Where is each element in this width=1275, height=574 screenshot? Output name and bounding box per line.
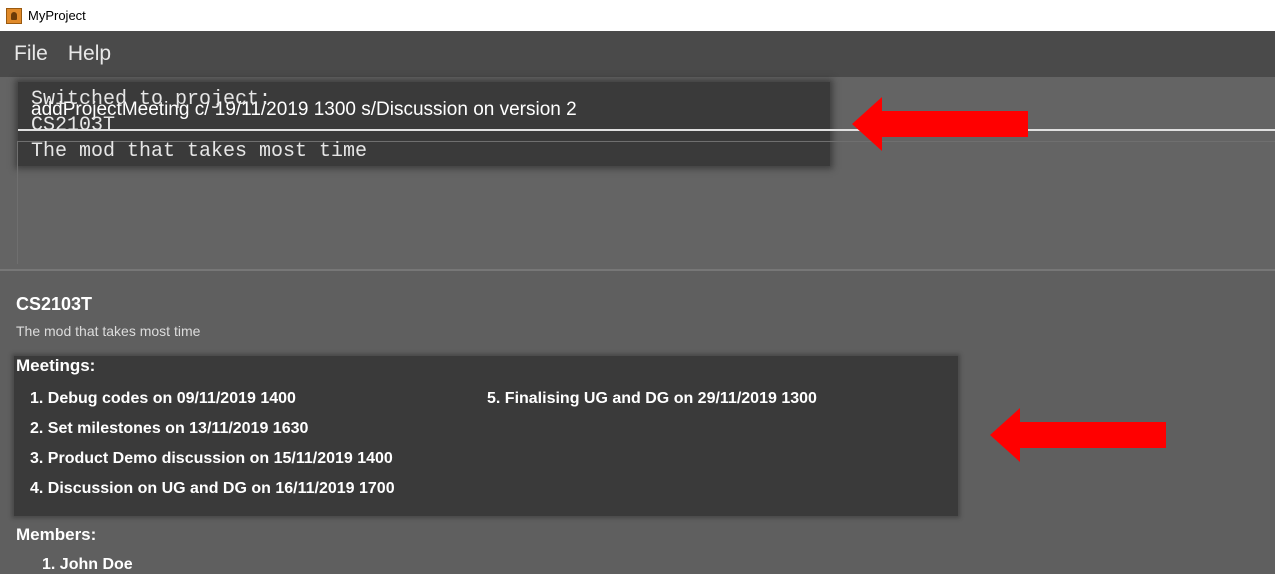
result-line: The mod that takes most time: [31, 140, 368, 163]
meeting-item: 3. Product Demo discussion on 15/11/2019…: [30, 450, 393, 467]
arrow-shape: [990, 408, 1166, 462]
menu-help[interactable]: Help: [68, 42, 111, 66]
app-icon: [6, 7, 22, 24]
meetings-label: Meetings:: [16, 356, 96, 375]
result-line: Switched to project:: [31, 88, 272, 111]
meeting-item: 2. Set milestones on 13/11/2019 1630: [30, 420, 309, 437]
project-title: CS2103T: [16, 294, 93, 314]
result-text: Switched to project: CS2103T The mod that …: [31, 87, 367, 165]
meeting-item: 5. Finalising UG and DG on 29/11/2019 13…: [487, 390, 817, 407]
arrow-shape: [852, 97, 1028, 151]
arrow-left-icon: [852, 97, 1028, 151]
members-label: Members:: [16, 525, 97, 544]
result-line: CS2103T: [31, 114, 116, 137]
meeting-item: 4. Discussion on UG and DG on 16/11/2019…: [30, 480, 395, 497]
meeting-item: 1. Debug codes on 09/11/2019 1400: [30, 390, 296, 407]
title-bar: MyProject: [0, 0, 1275, 31]
arrow-left-icon: [990, 408, 1166, 462]
window-title: MyProject: [28, 8, 86, 23]
member-item: 1. John Doe: [42, 556, 133, 573]
panel-divider: [0, 269, 1275, 271]
project-description: The mod that takes most time: [16, 323, 201, 339]
menu-file[interactable]: File: [14, 42, 48, 66]
menu-bar: File Help: [0, 31, 1275, 77]
